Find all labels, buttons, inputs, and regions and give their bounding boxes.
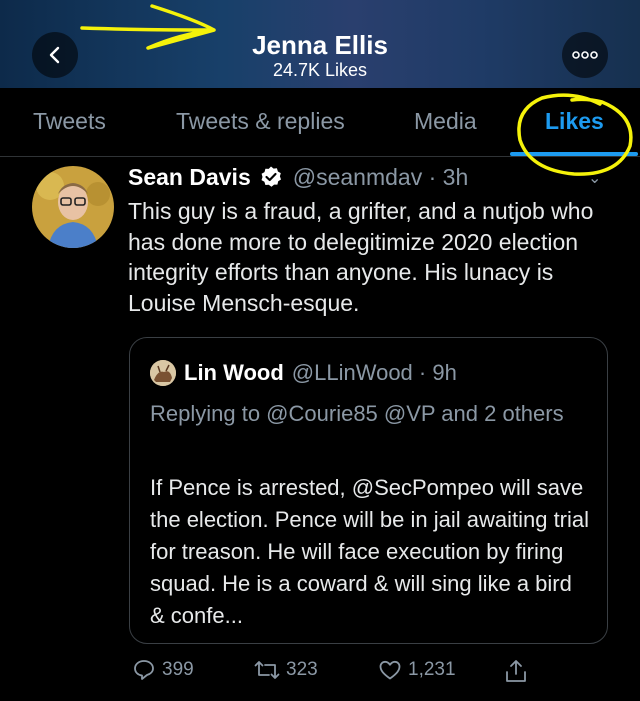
more-icon	[572, 51, 598, 59]
retweet-button[interactable]: 323	[254, 658, 318, 682]
tweet-menu-icon[interactable]: ⌄	[588, 168, 601, 188]
quoted-author-name: Lin Wood	[184, 360, 284, 385]
more-button[interactable]	[562, 32, 608, 78]
quoted-author-row: Lin Wood @LLinWood · 9h	[150, 358, 457, 388]
active-tab-indicator	[510, 152, 638, 156]
like-button[interactable]: 1,231	[378, 658, 456, 682]
quoted-text: If Pence is arrested, @SecPompeo will sa…	[150, 475, 590, 628]
retweet-count: 323	[286, 659, 318, 680]
quoted-handle-time: @LLinWood · 9h	[291, 360, 457, 385]
verified-badge-icon	[261, 166, 281, 187]
share-icon	[506, 660, 526, 682]
quoted-avatar	[150, 360, 176, 386]
tweet-author-row: Sean Davis @seanmdav · 3h	[128, 162, 468, 192]
quoted-replying-to: Replying to @Courie85 @VP and 2 others	[150, 401, 564, 426]
like-count: 1,231	[408, 659, 456, 680]
tweet-actions: 399 323 1,231	[0, 656, 640, 690]
reply-button[interactable]: 399	[132, 658, 194, 682]
tweet-text: This guy is a fraud, a grifter, and a nu…	[128, 198, 594, 316]
tab-media[interactable]: Media	[414, 108, 477, 135]
tweet-author-name[interactable]: Sean Davis	[128, 164, 251, 191]
tab-tweets-and-replies[interactable]: Tweets & replies	[176, 108, 345, 135]
profile-tabs: Tweets Tweets & replies Media Likes	[0, 88, 640, 157]
profile-likes-count: 24.7K Likes	[272, 60, 368, 80]
reply-icon	[134, 660, 154, 680]
avatar[interactable]	[32, 166, 114, 248]
share-button[interactable]	[504, 658, 534, 684]
reply-count: 399	[162, 659, 194, 680]
heart-icon	[379, 660, 401, 680]
retweet-icon	[254, 661, 280, 679]
tweet-handle-time[interactable]: @seanmdav · 3h	[293, 164, 469, 191]
tab-likes[interactable]: Likes	[545, 108, 604, 135]
profile-header: Jenna Ellis 24.7K Likes	[0, 0, 640, 88]
tab-tweets[interactable]: Tweets	[33, 108, 106, 135]
profile-name: Jenna Ellis	[252, 30, 388, 60]
